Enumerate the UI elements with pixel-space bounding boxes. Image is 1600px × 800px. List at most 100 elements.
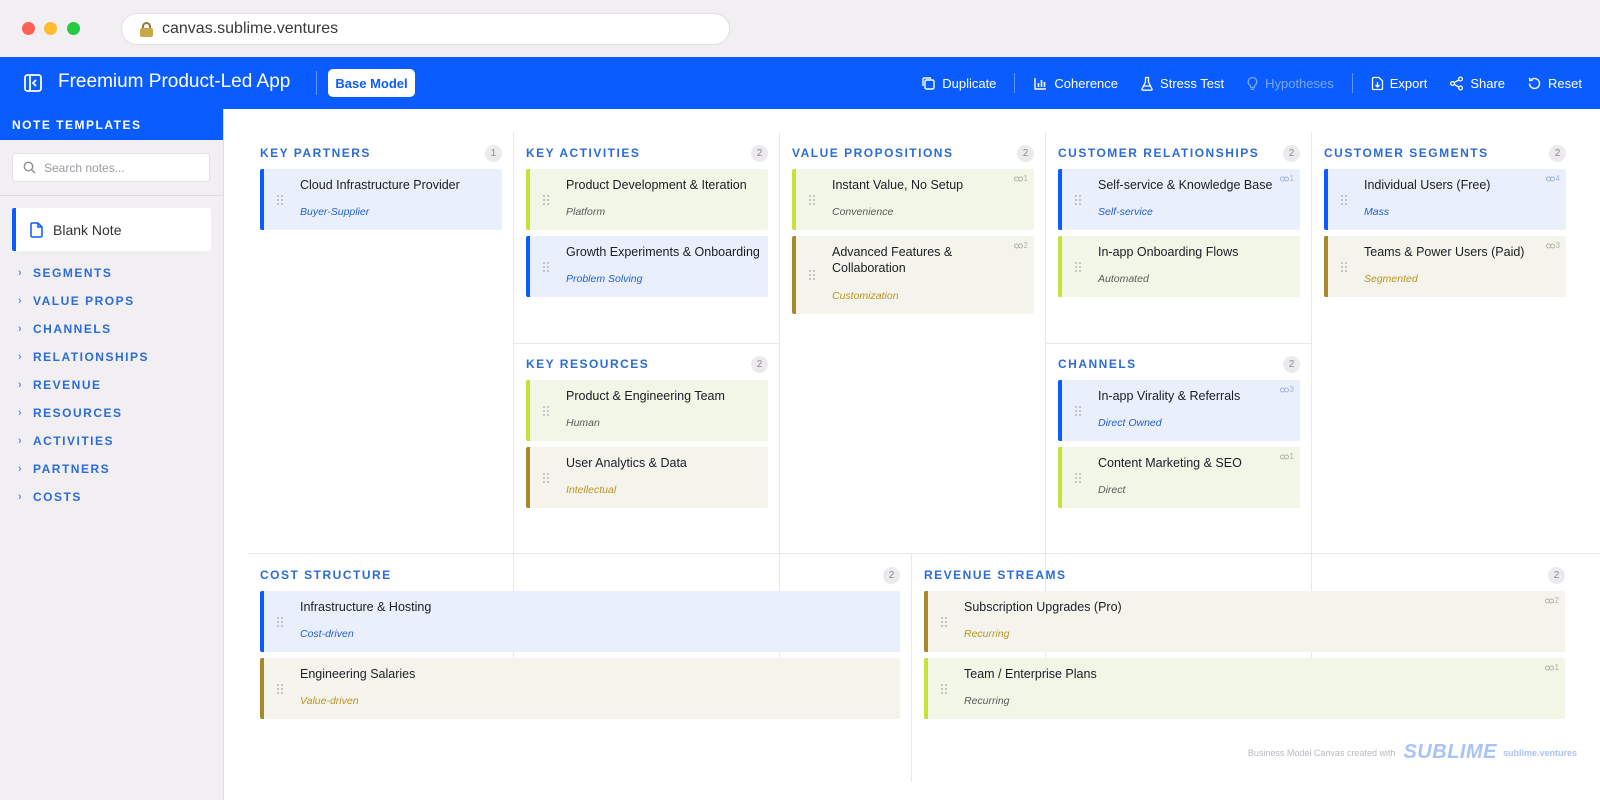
drag-handle-icon[interactable] <box>1074 405 1082 417</box>
maximize-window-button[interactable] <box>67 22 80 35</box>
category-segments[interactable]: › SEGMENTS <box>18 259 149 287</box>
drag-handle-icon[interactable] <box>276 194 284 206</box>
drag-handle-icon[interactable] <box>1340 261 1348 273</box>
category-costs[interactable]: › COSTS <box>18 483 149 511</box>
link-count: 1 <box>1554 663 1559 672</box>
sticky-note[interactable]: Product & Engineering Team Human <box>526 380 768 441</box>
category-relationships[interactable]: › RELATIONSHIPS <box>18 343 149 371</box>
category-activities[interactable]: › ACTIVITIES <box>18 427 149 455</box>
lock-icon <box>140 21 153 37</box>
export-button[interactable]: Export <box>1371 76 1427 91</box>
reset-icon <box>1528 77 1541 89</box>
sticky-note[interactable]: In-app Onboarding Flows Automated <box>1058 236 1300 297</box>
block-title[interactable]: KEY RESOURCES <box>526 357 649 371</box>
note-count-badge: 2 <box>751 144 768 162</box>
link-count-badge: 3 <box>1545 241 1560 250</box>
sticky-note[interactable]: Team / Enterprise Plans Recurring 1 <box>924 658 1565 719</box>
drag-handle-icon[interactable] <box>940 616 948 628</box>
link-count: 1 <box>1289 174 1294 183</box>
coherence-button[interactable]: Coherence <box>1033 76 1118 91</box>
sticky-note[interactable]: Engineering Salaries Value-driven <box>260 658 900 719</box>
chevron-right-icon: › <box>18 267 24 279</box>
reset-button[interactable]: Reset <box>1527 76 1582 91</box>
category-partners[interactable]: › PARTNERS <box>18 455 149 483</box>
block-header: CHANNELS 2 <box>1058 355 1300 373</box>
sticky-note[interactable]: User Analytics & Data Intellectual <box>526 447 768 508</box>
sticky-note[interactable]: Teams & Power Users (Paid) Segmented 3 <box>1324 236 1566 297</box>
link-icon <box>1545 243 1555 248</box>
drag-handle-icon[interactable] <box>542 472 550 484</box>
category-value-props[interactable]: › VALUE PROPS <box>18 287 149 315</box>
block-title[interactable]: CHANNELS <box>1058 357 1137 371</box>
note-title: Subscription Upgrades (Pro) <box>964 600 1122 614</box>
canvas-title[interactable]: Freemium Product-Led App <box>58 71 290 93</box>
drag-handle-icon[interactable] <box>542 405 550 417</box>
link-count: 2 <box>1023 241 1028 250</box>
canvas-footer: Business Model Canvas created with SUBLI… <box>1248 741 1577 764</box>
sticky-note[interactable]: In-app Virality & Referrals Direct Owned 3 <box>1058 380 1300 441</box>
drag-handle-icon[interactable] <box>1340 194 1348 206</box>
link-count-badge: 1 <box>1279 174 1294 183</box>
share-button[interactable]: Share <box>1449 76 1505 91</box>
block-title[interactable]: CUSTOMER RELATIONSHIPS <box>1058 146 1259 160</box>
note-title: Advanced Features & Collaboration <box>832 245 953 275</box>
sticky-note[interactable]: Infrastructure & Hosting Cost-driven <box>260 591 900 652</box>
drag-handle-icon[interactable] <box>542 261 550 273</box>
address-bar[interactable]: canvas.sublime.ventures <box>121 13 730 45</box>
category-channels[interactable]: › CHANNELS <box>18 315 149 343</box>
block-title[interactable]: VALUE PROPOSITIONS <box>792 146 953 160</box>
category-revenue[interactable]: › REVENUE <box>18 371 149 399</box>
category-label: RESOURCES <box>33 406 123 420</box>
drag-handle-icon[interactable] <box>1074 194 1082 206</box>
search-icon <box>23 161 36 174</box>
drag-handle-icon[interactable] <box>276 616 284 628</box>
sticky-note[interactable]: Growth Experiments & Onboarding Problem S… <box>526 236 768 297</box>
block-title[interactable]: KEY ACTIVITIES <box>526 146 640 160</box>
sublime-logo[interactable]: SUBLIME <box>1403 741 1497 764</box>
note-title: Growth Experiments & Onboarding <box>566 245 760 259</box>
blank-note-template[interactable]: Blank Note <box>12 208 211 251</box>
drag-handle-icon[interactable] <box>940 683 948 695</box>
drag-handle-icon[interactable] <box>1074 472 1082 484</box>
drag-handle-icon[interactable] <box>808 194 816 206</box>
sticky-note[interactable]: Subscription Upgrades (Pro) Recurring 2 <box>924 591 1565 652</box>
block-title[interactable]: CUSTOMER SEGMENTS <box>1324 146 1489 160</box>
search-box[interactable] <box>12 153 210 182</box>
sticky-note[interactable]: Content Marketing & SEO Direct 1 <box>1058 447 1300 508</box>
note-title: Self-service & Knowledge Base <box>1098 178 1273 192</box>
sublime-site-link[interactable]: sublime.ventures <box>1503 748 1577 758</box>
chevron-right-icon: › <box>18 435 24 447</box>
drag-handle-icon[interactable] <box>542 194 550 206</box>
block-header: CUSTOMER SEGMENTS 2 <box>1324 144 1566 162</box>
minimize-window-button[interactable] <box>44 22 57 35</box>
chevron-right-icon: › <box>18 463 24 475</box>
collapse-sidebar-icon[interactable] <box>22 72 44 94</box>
block-title[interactable]: COST STRUCTURE <box>260 568 392 582</box>
block-title[interactable]: KEY PARTNERS <box>260 146 371 160</box>
sticky-note[interactable]: Product Development & Iteration Platform <box>526 169 768 230</box>
drag-handle-icon[interactable] <box>1074 261 1082 273</box>
business-model-canvas: KEY PARTNERS 1 Cloud Infrastructure Provid… <box>224 109 1600 800</box>
sticky-note[interactable]: Instant Value, No Setup Convenience 1 <box>792 169 1034 230</box>
duplicate-button[interactable]: Duplicate <box>921 76 996 91</box>
drag-handle-icon[interactable] <box>808 269 816 281</box>
export-icon <box>1371 76 1383 90</box>
stress-test-button[interactable]: Stress Test <box>1140 76 1224 91</box>
category-resources[interactable]: › RESOURCES <box>18 399 149 427</box>
sticky-note[interactable]: Cloud Infrastructure Provider Buyer-Suppl… <box>260 169 502 230</box>
sticky-note[interactable]: Individual Users (Free) Mass 4 <box>1324 169 1566 230</box>
link-count-badge: 4 <box>1545 174 1560 183</box>
hypotheses-button[interactable]: Hypotheses <box>1246 76 1334 91</box>
sticky-note[interactable]: Self-service & Knowledge Base Self-servic… <box>1058 169 1300 230</box>
drag-handle-icon[interactable] <box>276 683 284 695</box>
block-header: CUSTOMER RELATIONSHIPS 2 <box>1058 144 1300 162</box>
sticky-note[interactable]: Advanced Features & Collaboration Customi… <box>792 236 1034 314</box>
note-title: Product & Engineering Team <box>566 389 725 403</box>
close-window-button[interactable] <box>22 22 35 35</box>
block-title[interactable]: REVENUE STREAMS <box>924 568 1067 582</box>
note-tag: Human <box>566 417 600 429</box>
link-count-badge: 2 <box>1013 241 1028 250</box>
chevron-right-icon: › <box>18 491 24 503</box>
base-model-button[interactable]: Base Model <box>328 69 415 97</box>
search-input[interactable] <box>44 160 194 175</box>
